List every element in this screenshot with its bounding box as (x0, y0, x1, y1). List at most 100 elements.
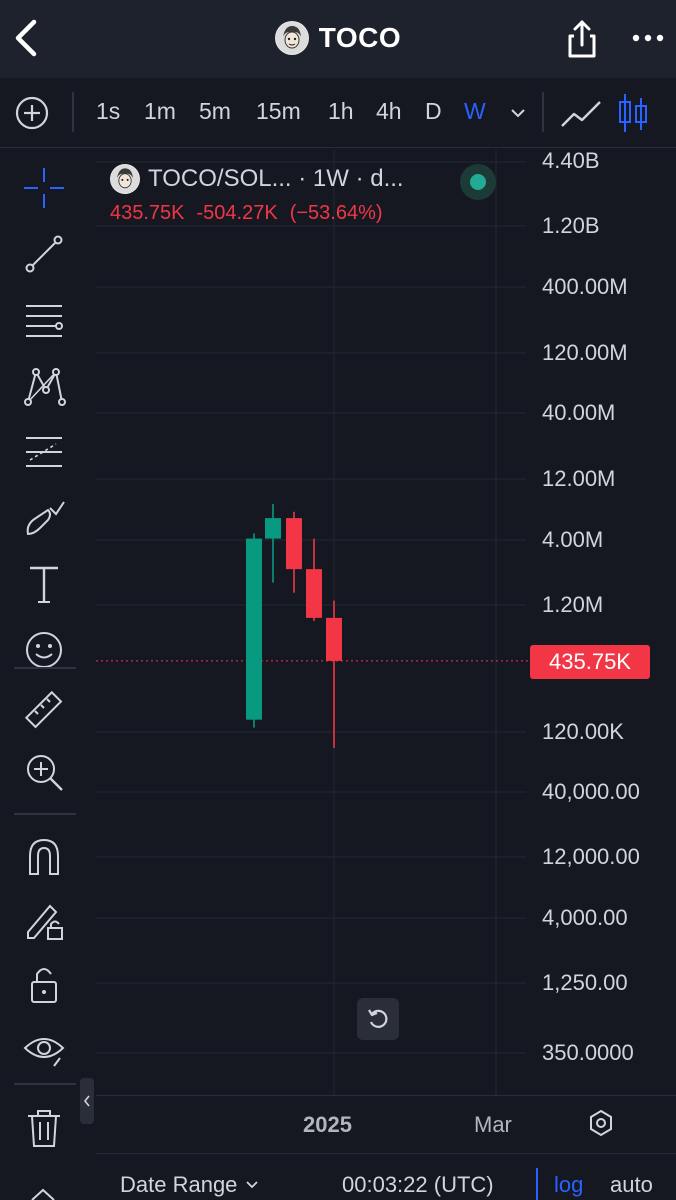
lock-drawings-tool[interactable] (18, 894, 70, 946)
ruler-icon (24, 690, 63, 729)
interval-5m[interactable]: 5m (199, 98, 231, 125)
pattern-icon (24, 368, 66, 406)
token-logo-icon (275, 22, 308, 54)
candle-body (246, 538, 262, 720)
more-button[interactable] (630, 26, 666, 50)
eye-icon (23, 1038, 65, 1067)
drawing-toolbar (0, 150, 90, 1200)
price-axis-label: 4.40B (542, 148, 600, 173)
price-axis-label: 12.00M (542, 466, 616, 491)
price-axis-label: 350.0000 (542, 1040, 634, 1065)
share-icon (568, 20, 596, 58)
chart-settings-button[interactable] (586, 1108, 616, 1138)
unlock-icon (31, 968, 57, 1003)
interval-toolbar: 1s 1m 5m 15m 1h 4h D W (0, 78, 676, 148)
legend-change: -504.27K (196, 202, 278, 224)
interval-4h[interactable]: 4h (376, 98, 402, 125)
interval-1s[interactable]: 1s (96, 98, 120, 125)
chevron-down-icon (246, 1181, 259, 1189)
interval-w[interactable]: W (464, 98, 486, 125)
candle-body (306, 569, 322, 618)
date-range-button[interactable]: Date Range (120, 1172, 259, 1198)
toolbar-divider (72, 92, 74, 132)
text-tool[interactable] (18, 558, 70, 610)
magnet-icon (29, 838, 59, 875)
candlestick-icon (619, 94, 647, 132)
interval-15m[interactable]: 15m (256, 98, 301, 125)
auto-scale-toggle[interactable]: auto (610, 1172, 653, 1198)
pattern-tool[interactable] (18, 360, 70, 412)
price-axis-label: 1.20M (542, 592, 604, 617)
legend-change-pct: (−53.64%) (289, 202, 383, 224)
fib-retracement-tool[interactable] (18, 294, 70, 346)
brush-tool[interactable] (18, 492, 70, 544)
interval-1h[interactable]: 1h (328, 98, 354, 125)
legend-symbol[interactable]: TOCO/SOL... · 1W · d... (148, 165, 404, 193)
reset-chart-button[interactable] (357, 998, 399, 1040)
line-chart-icon (561, 101, 601, 127)
share-button[interactable] (562, 18, 602, 60)
token-avatar (274, 21, 309, 55)
candle-body (286, 518, 302, 570)
price-axis-label: 120.00K (542, 719, 624, 744)
price-axis-label: 4,000.00 (542, 905, 628, 930)
toolbar-divider (542, 92, 544, 132)
date-range-label: Date Range (120, 1172, 238, 1197)
lock-tool[interactable] (18, 958, 70, 1010)
candle-body (326, 617, 342, 661)
magnet-tool[interactable] (18, 830, 70, 882)
add-indicator-button[interactable] (14, 95, 50, 131)
price-axis-label: 40.00M (542, 400, 616, 425)
crosshair-icon (24, 168, 64, 208)
price-axis-label: 400.00M (542, 274, 628, 299)
chevron-left-small-icon (83, 1095, 90, 1107)
trend-line-tool[interactable] (18, 228, 70, 280)
chevron-up-icon[interactable] (28, 1186, 58, 1200)
token-logo-icon (110, 164, 140, 194)
trend-line-icon (25, 235, 63, 273)
utc-clock[interactable]: 00:03:22 (UTC) (342, 1172, 494, 1198)
measure-tool[interactable] (18, 684, 70, 736)
legend-token-avatar (110, 164, 140, 194)
bottom-divider (536, 1168, 538, 1200)
price-axis-label: 1,250.00 (542, 970, 628, 995)
time-axis[interactable]: 2025 Mar (96, 1095, 676, 1153)
zoom-in-icon (27, 755, 63, 791)
price-axis-label: 4.00M (542, 527, 604, 552)
interval-dropdown-button[interactable] (508, 104, 528, 122)
crosshair-tool[interactable] (18, 162, 70, 214)
visibility-tool[interactable] (18, 1022, 70, 1074)
gear-icon (590, 1109, 612, 1137)
page-title: TOCO (318, 22, 402, 53)
brush-icon (26, 501, 65, 536)
market-status-indicator[interactable] (460, 164, 496, 200)
chart-legend: TOCO/SOL... · 1W · d... 435.75K -504.27K… (110, 164, 404, 225)
toolbar-divider (14, 1083, 76, 1085)
chevron-down-icon (511, 109, 525, 118)
time-label-2025: 2025 (303, 1112, 352, 1137)
top-nav-bar: TOCO (0, 0, 676, 78)
legend-values: 435.75K -504.27K (−53.64%) (110, 202, 404, 225)
text-icon (30, 566, 58, 603)
toolbar-divider (14, 667, 76, 669)
interval-1m[interactable]: 1m (144, 98, 176, 125)
forecast-tool[interactable] (18, 426, 70, 478)
log-scale-toggle[interactable]: log (554, 1172, 583, 1198)
plus-circle-icon (15, 96, 49, 130)
zoom-tool[interactable] (18, 746, 70, 798)
interval-d[interactable]: D (425, 98, 442, 125)
candle-chart-type-button[interactable] (616, 90, 650, 136)
delete-drawings-tool[interactable] (18, 1102, 70, 1154)
rotate-ccw-icon (368, 1009, 388, 1028)
bottom-toolbar: Date Range 00:03:22 (UTC) log auto (96, 1153, 676, 1200)
price-axis-label: 40,000.00 (542, 779, 640, 804)
line-chart-type-button[interactable] (558, 94, 604, 134)
toolbar-collapse-handle[interactable] (80, 1078, 94, 1124)
trash-icon (28, 1110, 60, 1147)
forecast-icon (26, 437, 62, 467)
smiley-icon (26, 632, 62, 668)
candle-body (265, 518, 281, 539)
time-label-mar: Mar (474, 1112, 512, 1137)
price-axis-label: 12,000.00 (542, 844, 640, 869)
pencil-lock-icon (27, 904, 63, 940)
